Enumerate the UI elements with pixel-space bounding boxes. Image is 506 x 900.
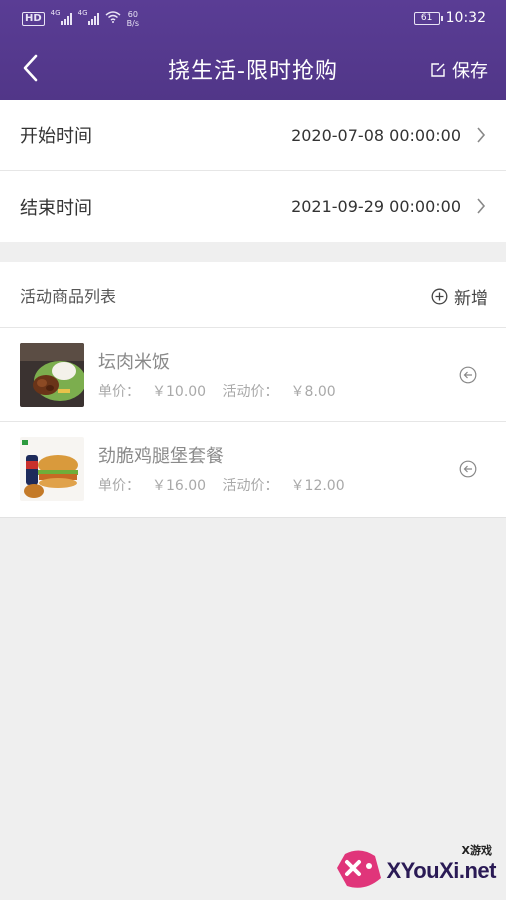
product-list-header: 活动商品列表 新增: [0, 262, 506, 328]
activity-price-label: 活动价：: [222, 384, 279, 400]
sim2-network-type: 4G: [77, 9, 88, 17]
remove-product-icon[interactable]: [458, 459, 478, 479]
product-image: [20, 343, 84, 407]
watermark-text: XYouXi.net: [386, 858, 497, 883]
status-time: 10:32: [445, 10, 486, 26]
start-time-label: 开始时间: [20, 126, 92, 147]
product-image: [20, 437, 84, 501]
nav-bar: 挠生活-限时抢购 保存: [0, 38, 506, 100]
product-name: 坛肉米饭: [98, 352, 170, 373]
save-label: 保存: [452, 61, 488, 82]
unit-price-label: 单价：: [98, 384, 140, 400]
product-list-card: 活动商品列表 新增 坛肉米饭 单价： ￥10.00 活动价： ￥8.00 劲脆鸡…: [0, 262, 506, 518]
end-time-label: 结束时间: [20, 197, 92, 219]
activity-price-label: 活动价：: [222, 478, 279, 494]
status-bar: HD 4G 4G 60 B/s 61 10:32: [0, 0, 506, 38]
network-speed: 60 B/s: [127, 10, 139, 28]
save-button[interactable]: 保存: [430, 57, 488, 83]
sim1-network-type: 4G: [50, 9, 61, 17]
end-time-row[interactable]: 结束时间 2021-09-29 00:00:00: [0, 171, 506, 242]
watermark-logo-icon: [337, 850, 381, 888]
add-product-button[interactable]: 新增: [431, 284, 488, 309]
chevron-right-icon: [477, 198, 486, 214]
unit-price: ￥16.00: [152, 478, 207, 494]
product-list-title: 活动商品列表: [20, 286, 117, 306]
edit-icon: [431, 63, 445, 77]
chevron-right-icon: [477, 127, 486, 143]
battery-level: 61: [420, 12, 433, 23]
product-price-line: 单价： ￥10.00 活动价： ￥8.00: [98, 381, 348, 401]
watermark-small-text: X游戏: [461, 844, 492, 857]
app-header: HD 4G 4G 60 B/s 61 10:32 挠生活-限时抢购 保存: [0, 0, 506, 100]
network-speed-value: 60: [127, 10, 138, 19]
plus-circle-icon: [431, 288, 448, 305]
product-item[interactable]: 劲脆鸡腿堡套餐 单价： ￥16.00 活动价： ￥12.00: [0, 422, 506, 516]
end-time-value: 2021-09-29 00:00:00: [291, 197, 461, 216]
time-settings-card: 开始时间 2020-07-08 00:00:00 结束时间 2021-09-29…: [0, 100, 506, 242]
unit-price: ￥10.00: [152, 384, 207, 400]
add-product-label: 新增: [454, 289, 488, 309]
product-price-line: 单价： ￥16.00 活动价： ￥12.00: [98, 475, 357, 495]
product-name: 劲脆鸡腿堡套餐: [98, 446, 224, 467]
hd-indicator: HD: [22, 12, 45, 26]
signal-icon: 4G: [78, 9, 99, 25]
product-item[interactable]: 坛肉米饭 单价： ￥10.00 活动价： ￥8.00: [0, 328, 506, 422]
activity-price: ￥12.00: [290, 478, 345, 494]
battery-icon: 61: [413, 11, 443, 25]
network-speed-unit: B/s: [126, 19, 140, 28]
signal-icon: 4G: [51, 9, 72, 25]
start-time-value: 2020-07-08 00:00:00: [291, 125, 461, 145]
unit-price-label: 单价：: [98, 478, 140, 494]
remove-product-icon[interactable]: [458, 365, 478, 385]
start-time-row[interactable]: 开始时间 2020-07-08 00:00:00: [0, 100, 506, 171]
watermark: X游戏 XYouXi.net: [335, 840, 500, 896]
wifi-icon: [105, 11, 121, 27]
activity-price: ￥8.00: [290, 384, 336, 400]
